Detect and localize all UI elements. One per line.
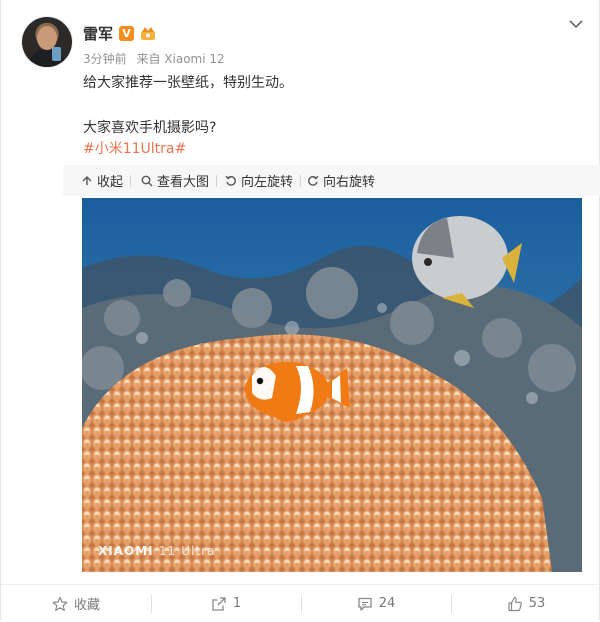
author-row: 雷军 V — [83, 22, 156, 44]
star-icon — [52, 596, 68, 611]
rotate-left-label: 向左旋转 — [241, 175, 294, 190]
post-line-2: 大家喜欢手机摄影吗? — [83, 120, 217, 136]
verified-badge-icon: V — [119, 25, 135, 41]
watermark-brand: XIAOMI — [98, 544, 154, 558]
weibo-post-card: 雷军 V 3分钟前 来自 Xiaomi 12 给大家推荐一张壁纸，特别生动。 大… — [0, 0, 600, 621]
collapse-button[interactable]: 收起 — [81, 165, 132, 196]
avatar[interactable] — [22, 17, 72, 67]
view-large-label: 查看大图 — [157, 175, 210, 190]
favorite-button[interactable]: 收藏 — [1, 585, 151, 622]
image-toolbar: 收起 查看大图 向左旋转 向右旋转 — [63, 165, 600, 196]
rotate-right-button[interactable]: 向右旋转 — [307, 165, 375, 196]
post-text: 给大家推荐一张壁纸，特别生动。 大家喜欢手机摄影吗? #小米11Ultra# — [83, 73, 583, 160]
like-button[interactable]: 53 — [451, 585, 600, 622]
thumbs-up-icon — [508, 596, 522, 611]
share-button[interactable]: 1 — [151, 585, 301, 622]
post-time[interactable]: 3分钟前 — [83, 52, 127, 66]
collapse-label: 收起 — [97, 175, 124, 190]
comment-button[interactable]: 24 — [301, 585, 451, 622]
comment-count: 24 — [378, 596, 396, 611]
rotate-left-button[interactable]: 向左旋转 — [225, 165, 302, 196]
chevron-down-icon[interactable] — [569, 19, 583, 29]
watermark-model: 11 — [158, 544, 177, 558]
favorite-label: 收藏 — [73, 598, 100, 613]
post-line-1: 给大家推荐一张壁纸，特别生动。 — [83, 75, 293, 91]
collapse-arrow-icon — [82, 175, 92, 185]
post-meta: 3分钟前 来自 Xiaomi 12 — [83, 50, 225, 67]
post-image[interactable]: XIAOMI 11 Ultra — [82, 198, 582, 572]
clownfish-photo — [82, 198, 582, 572]
rotate-right-icon — [308, 175, 319, 186]
vip-crown-icon — [140, 26, 156, 41]
watermark-suffix: Ultra — [181, 544, 216, 558]
hashtag-link[interactable]: #小米11Ultra# — [83, 139, 583, 160]
camera-watermark: XIAOMI 11 Ultra — [98, 544, 215, 558]
share-icon — [212, 596, 226, 611]
view-large-button[interactable]: 查看大图 — [141, 165, 218, 196]
search-icon — [141, 175, 153, 186]
share-count: 1 — [232, 596, 242, 611]
rotate-right-label: 向右旋转 — [323, 175, 376, 190]
post-source: 来自 Xiaomi 12 — [136, 52, 225, 66]
action-bar: 收藏 1 24 53 — [1, 584, 600, 622]
rotate-left-icon — [225, 175, 236, 186]
author-name[interactable]: 雷军 — [83, 23, 113, 44]
comment-icon — [358, 597, 372, 611]
like-count: 53 — [528, 596, 546, 611]
